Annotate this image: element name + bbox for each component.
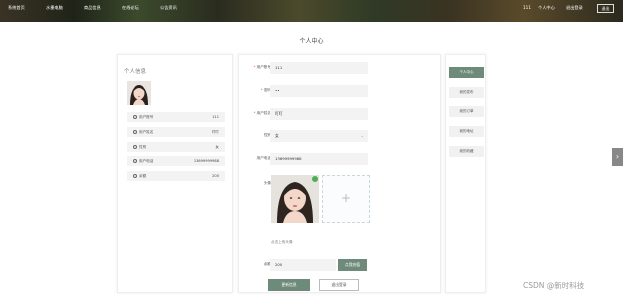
account-input[interactable]: 111 <box>270 62 368 74</box>
nav-news[interactable]: 公告资讯 <box>160 5 177 11</box>
top-navbar: 系统首页 水墨电脑 商品信息 在线论坛 公告资讯 111 个人中心 退出登录 退… <box>0 0 623 22</box>
upload-tip: 点击上传头像 <box>271 240 293 244</box>
user-icon <box>133 130 137 134</box>
profile-row-name: 用户姓名 叮叮 <box>127 127 225 138</box>
profile-row-phone: 用户电话 13699999988 <box>127 156 225 167</box>
logout-button[interactable]: 退出登录 <box>319 279 359 291</box>
menu-my-address[interactable]: 我的地址 <box>449 126 484 137</box>
phone-input[interactable]: 13699999988 <box>270 153 368 165</box>
profile-row-value: 13699999988 <box>193 159 219 163</box>
balance-input[interactable]: 200 <box>270 259 336 271</box>
form-row-account: * 用户账号 111 <box>239 62 442 74</box>
profile-row-label: 性别 <box>139 145 147 149</box>
avatar-preview <box>271 175 319 223</box>
header-admin-link[interactable]: 退出登录 <box>566 5 583 11</box>
avatar <box>127 81 151 105</box>
profile-row-value: 200 <box>212 174 219 178</box>
profile-row-label: 用户账号 <box>139 115 154 119</box>
menu-my-orders[interactable]: 我的订单 <box>449 106 484 117</box>
profile-row-value: 女 <box>215 145 219 149</box>
form-label: 头像 <box>263 181 271 185</box>
form-row-password: * 密码 •• <box>239 85 442 97</box>
nav-products[interactable]: 商品信息 <box>84 5 101 11</box>
header-user-id: 111 <box>523 5 531 10</box>
avatar-upload-box[interactable]: + <box>322 175 370 223</box>
profile-row-label: 余额 <box>139 174 147 178</box>
header-logout-button[interactable]: 退出 <box>597 4 614 13</box>
header-personal-center[interactable]: 个人中心 <box>538 5 555 11</box>
profile-row-gender: 性别 女 <box>127 142 225 153</box>
password-input[interactable]: •• <box>270 85 368 97</box>
gender-select[interactable]: 女 ⌄ <box>270 130 368 142</box>
profile-card-title: 个人信息 <box>124 69 147 75</box>
name-input[interactable]: 叮叮 <box>270 108 368 120</box>
profile-row-account: 用户账号 111 <box>127 112 225 123</box>
user-icon <box>133 145 137 149</box>
chevron-right-icon[interactable]: › <box>612 148 623 166</box>
chevron-down-icon: ⌄ <box>360 133 364 138</box>
profile-row-balance: 余额 200 <box>127 171 225 182</box>
profile-row-value: 叮叮 <box>211 130 219 134</box>
watermark: CSDN @新时科技 <box>523 281 585 290</box>
profile-row-label: 用户电话 <box>139 159 154 163</box>
form-label: * 用户账号 <box>253 65 271 69</box>
phone-icon <box>133 159 137 163</box>
profile-row-value: 111 <box>212 115 219 119</box>
profile-row-label: 用户姓名 <box>139 130 154 134</box>
nav-forum[interactable]: 在线论坛 <box>122 5 139 11</box>
profile-card: 个人信息 用户账号 111 用户姓名 叮叮 性别女 用户电话 13699999988 … <box>117 54 233 293</box>
form-row-phone: 用户电话 13699999988 <box>239 153 442 165</box>
form-label: * 用户姓名 <box>253 111 271 115</box>
menu-my-posts[interactable]: 我的发布 <box>449 87 484 98</box>
form-row-gender: 性别 女 ⌄ <box>239 130 442 142</box>
page-title: 个人中心 <box>299 38 324 45</box>
menu-personal-center[interactable]: 个人中心 <box>449 67 484 78</box>
recharge-button[interactable]: 点我充值 <box>338 259 367 271</box>
form-row-name: * 用户姓名 叮叮 <box>239 108 442 120</box>
form-label: 用户电话 <box>256 156 271 160</box>
user-icon <box>133 115 137 119</box>
plus-icon: + <box>340 191 352 205</box>
nav-home[interactable]: 系统首页 <box>8 5 25 11</box>
profile-form: * 用户账号 111 * 密码 •• * 用户姓名 叮叮 性别 女 ⌄ 用户电话 … <box>238 54 441 293</box>
user-menu: 个人中心 我的发布 我的订单 我的地址 我的收藏 <box>445 54 486 293</box>
nav-item-2[interactable]: 水墨电脑 <box>46 5 63 11</box>
wallet-icon <box>133 174 137 178</box>
menu-my-favorites[interactable]: 我的收藏 <box>449 146 484 157</box>
update-button[interactable]: 更新信息 <box>268 279 310 291</box>
